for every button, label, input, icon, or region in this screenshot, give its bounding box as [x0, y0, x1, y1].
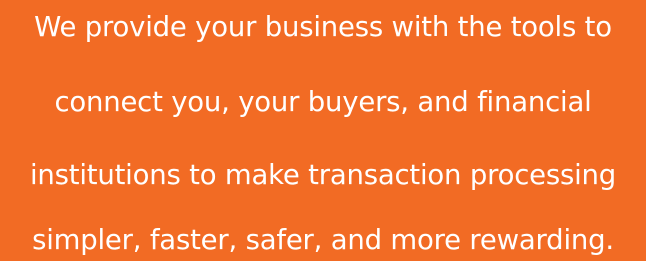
banner-text-line-4: simpler, faster, safer, and more rewardi… [32, 224, 614, 256]
promo-banner: We provide your business with the tools … [0, 0, 646, 261]
banner-text-line-1: We provide your business with the tools … [34, 11, 612, 43]
banner-text-line-3: institutions to make transaction process… [29, 159, 617, 191]
banner-text-line-2: connect you, your buyers, and financial [54, 86, 592, 118]
